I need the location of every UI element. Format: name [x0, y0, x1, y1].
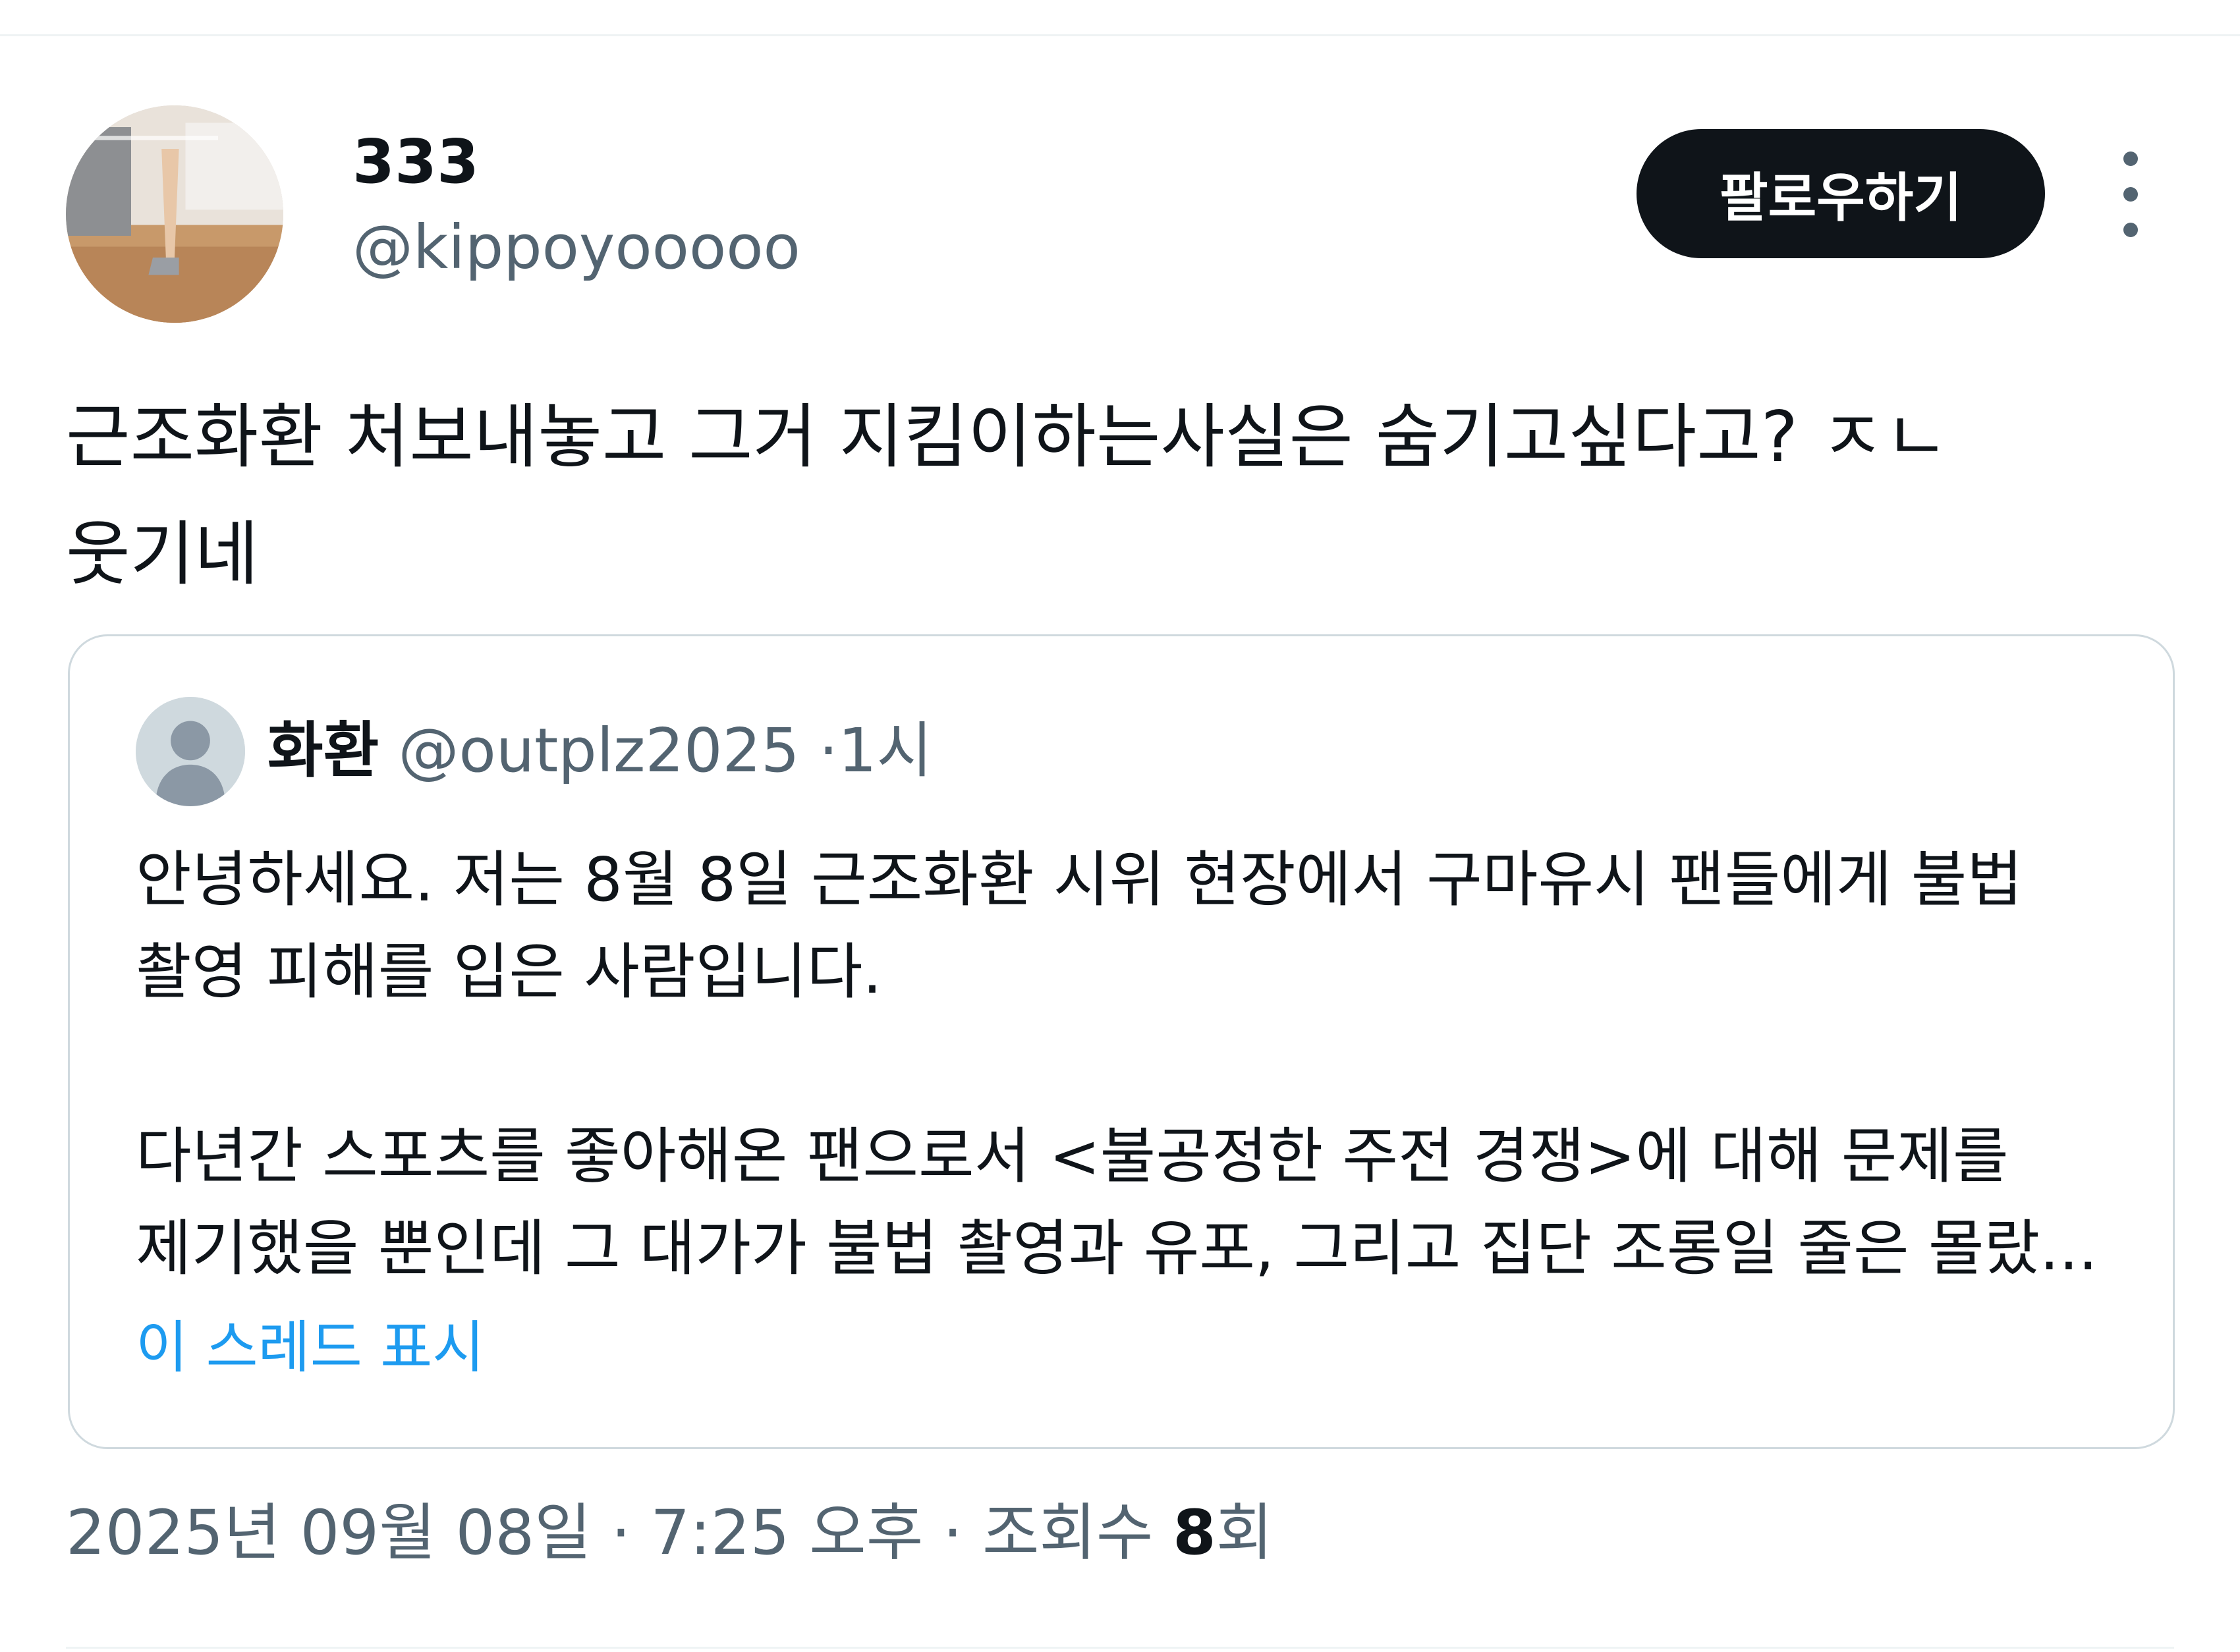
views-count: 8 — [1173, 1497, 1216, 1569]
tweet-time[interactable]: 7:25 오후 — [650, 1497, 923, 1569]
quoted-handle[interactable]: @outplz2025 — [399, 715, 800, 786]
views-suffix: 회 — [1216, 1497, 1274, 1569]
quoted-separator: · — [818, 715, 839, 786]
author-display-name[interactable]: 333 — [352, 132, 479, 192]
more-dot — [2123, 151, 2138, 166]
quoted-tweet-header: 화환 @outplz2025 ·1시 — [267, 709, 932, 794]
author-handle[interactable]: @kippoyooooo — [352, 217, 800, 278]
author-avatar[interactable] — [66, 105, 283, 323]
tweet-text: 근조화환 처보내놓고 그거 지킴이하는사실은 숨기고싶다고? ㅈㄴ 웃기네 — [66, 397, 1949, 595]
quoted-display-name[interactable]: 화환 — [267, 715, 379, 786]
follow-button[interactable]: 팔로우하기 — [1637, 129, 2045, 258]
more-dot — [2123, 223, 2138, 237]
quoted-timestamp[interactable]: 1시 — [838, 715, 932, 786]
bottom-divider — [66, 1647, 2174, 1649]
quoted-tweet-text: 안녕하세요. 저는 8월 8일 근조화환 시위 현장에서 구마유시 팬들에게 불… — [136, 844, 2098, 1284]
more-dot — [2123, 187, 2138, 202]
views-label: 조회수 — [982, 1497, 1154, 1569]
top-divider — [0, 34, 2240, 36]
meta-separator: · — [943, 1497, 963, 1569]
meta-separator: · — [611, 1497, 631, 1569]
show-thread-link[interactable]: 이 스레드 표시 — [136, 1308, 484, 1387]
avatar-photo — [66, 105, 283, 323]
default-avatar-silhouette — [136, 697, 245, 806]
quoted-tweet-card[interactable]: 화환 @outplz2025 ·1시 안녕하세요. 저는 8월 8일 근조화환 … — [68, 634, 2175, 1449]
default-avatar-icon[interactable] — [136, 697, 245, 806]
tweet-date[interactable]: 2025년 09월 08일 — [66, 1497, 592, 1569]
tweet-meta: 2025년 09월 08일 · 7:25 오후 · 조회수 8회 — [66, 1490, 1273, 1577]
more-vertical-icon[interactable] — [2111, 151, 2150, 237]
